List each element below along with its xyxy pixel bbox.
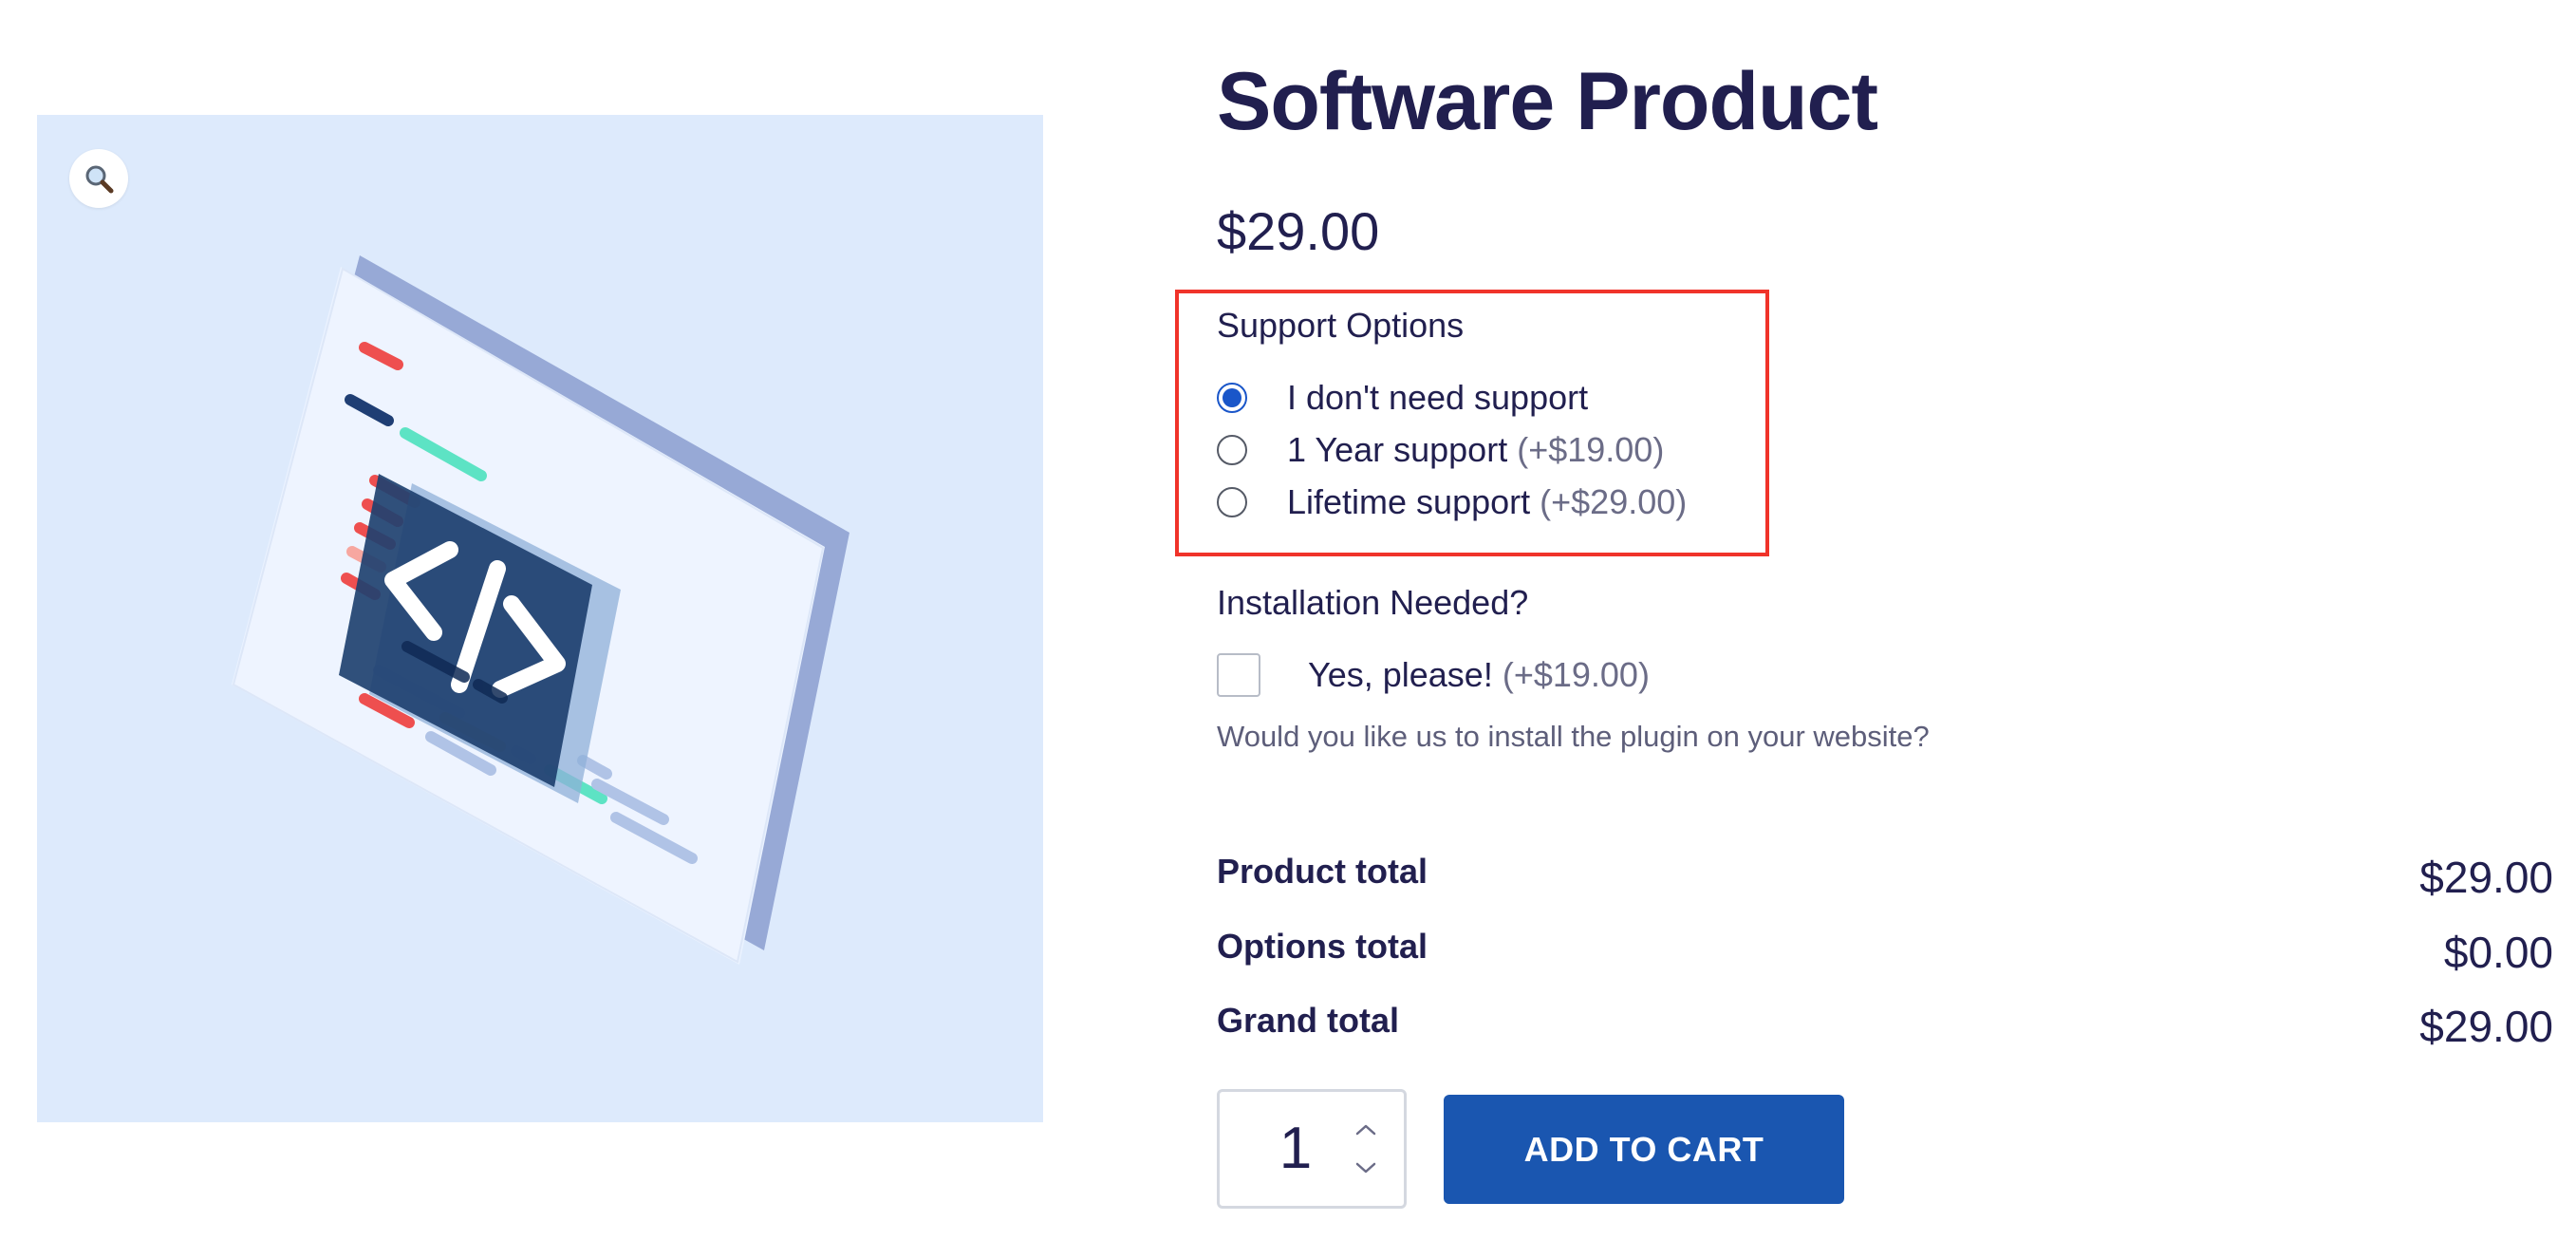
- grand-total-label: Grand total: [1217, 1001, 1400, 1040]
- quantity-input[interactable]: 1: [1220, 1092, 1372, 1206]
- product-price: $29.00: [1217, 201, 1380, 261]
- quantity-stepper[interactable]: 1: [1217, 1089, 1407, 1209]
- support-option-label: Lifetime support: [1287, 482, 1531, 521]
- quantity-decrease-button[interactable]: [1353, 1156, 1379, 1179]
- installation-label: Installation Needed?: [1217, 583, 1529, 622]
- support-option-label: I don't need support: [1287, 378, 1589, 417]
- product-title: Software Product: [1217, 56, 1878, 147]
- support-option-label: 1 Year support: [1287, 430, 1508, 469]
- installation-checkbox[interactable]: [1217, 653, 1260, 697]
- support-option-price: (+$19.00): [1517, 430, 1665, 469]
- grand-total-row: Grand total $29.00: [1217, 1001, 2553, 1058]
- installation-checkbox-label: Yes, please!: [1308, 655, 1493, 694]
- product-image: [37, 115, 1043, 1122]
- quantity-increase-button[interactable]: [1353, 1118, 1379, 1141]
- support-option-lifetime-radio[interactable]: [1217, 487, 1247, 517]
- code-illustration: [232, 255, 849, 965]
- support-option-lifetime[interactable]: Lifetime support (+$29.00): [1217, 479, 1687, 526]
- chevron-down-icon: [1355, 1162, 1376, 1174]
- product-total-value: $29.00: [2419, 853, 2553, 902]
- options-total-value: $0.00: [2443, 928, 2553, 977]
- options-total-label: Options total: [1217, 927, 1428, 966]
- support-option-1-year[interactable]: 1 Year support (+$19.00): [1217, 426, 1664, 474]
- support-option-none-radio[interactable]: [1217, 383, 1247, 413]
- support-option-1-year-radio[interactable]: [1217, 435, 1247, 465]
- installation-description: Would you like us to install the plugin …: [1217, 720, 1930, 753]
- support-option-none[interactable]: I don't need support: [1217, 374, 1588, 422]
- chevron-up-icon: [1355, 1124, 1376, 1136]
- product-total-row: Product total $29.00: [1217, 852, 2553, 909]
- magnifier-icon: [85, 165, 114, 194]
- grand-total-value: $29.00: [2419, 1002, 2553, 1051]
- options-total-row: Options total $0.00: [1217, 927, 2553, 984]
- installation-option[interactable]: Yes, please! (+$19.00): [1217, 651, 1650, 699]
- support-options-label: Support Options: [1217, 306, 1465, 345]
- installation-checkbox-price: (+$19.00): [1502, 655, 1650, 694]
- add-to-cart-button[interactable]: ADD TO CART: [1444, 1095, 1844, 1204]
- zoom-button[interactable]: [69, 149, 128, 208]
- support-option-price: (+$29.00): [1540, 482, 1688, 521]
- product-total-label: Product total: [1217, 852, 1428, 891]
- product-summary: Software Product $29.00 Support Options …: [1175, 0, 2555, 1240]
